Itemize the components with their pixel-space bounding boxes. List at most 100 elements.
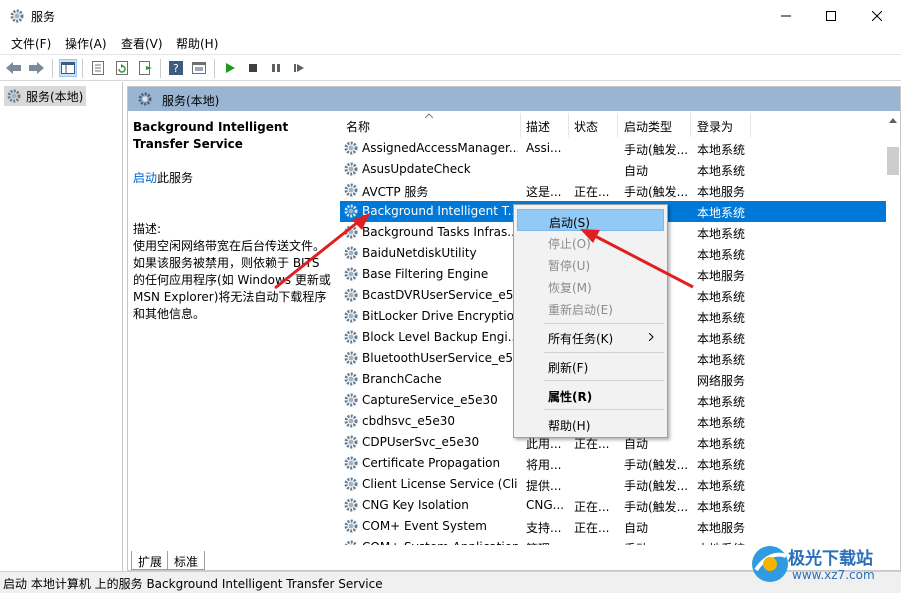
cell-startup: 自动	[624, 521, 649, 535]
cell-logon: 本地系统	[697, 395, 746, 409]
service-gear-icon	[344, 351, 358, 365]
cell-logon: 本地系统	[697, 500, 746, 514]
context-menu-all-tasks[interactable]: 所有任务(K)	[517, 326, 664, 348]
pause-service-button[interactable]	[267, 59, 285, 77]
cell-name: Certificate Propagation	[362, 456, 501, 470]
service-gear-icon	[344, 372, 358, 386]
pause-icon	[272, 64, 280, 72]
cell-logon: 本地系统	[697, 416, 746, 430]
table-row[interactable]: AVCTP 服务 这是... 正在... 手动(触发... 本地服务	[340, 180, 886, 201]
status-text: 启动 本地计算机 上的服务 Background Intelligent Tra…	[3, 577, 383, 591]
cell-desc: 管理...	[526, 540, 566, 545]
window-title: 服务	[31, 10, 56, 24]
restart-icon	[294, 64, 304, 72]
cell-name: BcastDVRUserService_e5...	[362, 288, 518, 302]
column-name[interactable]: 名称	[346, 118, 370, 135]
start-service-suffix: 此服务	[157, 171, 194, 185]
table-row[interactable]: AssignedAccessManager... Assi... 手动(触发... 本…	[340, 138, 886, 159]
description-label: 描述:	[133, 222, 162, 236]
column-header: 名称 描述 状态 启动类型 登录为	[340, 113, 886, 137]
menu-separator	[544, 380, 664, 381]
menu-help[interactable]: 帮助(H)	[176, 35, 218, 52]
cell-name: COM+ Event System	[362, 519, 487, 533]
back-button[interactable]	[5, 59, 23, 77]
service-gear-icon	[344, 267, 358, 281]
cell-desc: Assi...	[526, 141, 562, 155]
view-tabs: 扩展 标准	[127, 550, 427, 571]
table-row[interactable]: Certificate Propagation 将用... 手动(触发... 本地系统	[340, 453, 886, 474]
properties-button[interactable]	[89, 59, 107, 77]
cell-name: CNG Key Isolation	[362, 498, 469, 512]
context-menu-properties[interactable]: 属性(R)	[517, 384, 664, 406]
description-text: 使用空闲网络带宽在后台传送文件。如果该服务被禁用，则依赖于 BITS 的任何应用…	[133, 239, 331, 321]
column-description[interactable]: 描述	[526, 118, 550, 135]
menu-action[interactable]: 操作(A)	[65, 35, 107, 52]
stop-service-button[interactable]	[244, 59, 262, 77]
close-button[interactable]	[854, 0, 900, 32]
cell-name: BitLocker Drive Encryptio...	[362, 309, 518, 323]
toolbar-separator	[82, 59, 83, 78]
submenu-arrow-icon	[649, 333, 654, 341]
show-hide-tree-button[interactable]	[59, 59, 77, 77]
column-log-on-as[interactable]: 登录为	[697, 118, 733, 135]
aurora-logo-icon	[752, 546, 788, 582]
svg-text:?: ?	[173, 62, 179, 75]
table-row[interactable]: Client License Service (Cli... 提供... 手动(触发…	[340, 474, 886, 495]
context-menu-restart[interactable]: 重新启动(E)	[517, 297, 664, 319]
cell-name: Background Intelligent T...	[362, 204, 518, 218]
start-service-link[interactable]: 启动	[133, 171, 157, 185]
column-startup-type[interactable]: 启动类型	[624, 118, 672, 135]
cell-name: Client License Service (Cli...	[362, 477, 518, 491]
context-menu-resume[interactable]: 恢复(M)	[517, 275, 664, 297]
table-row[interactable]: AsusUpdateCheck 自动 本地系统	[340, 159, 886, 180]
refresh-button[interactable]	[113, 59, 131, 77]
refresh-icon	[116, 61, 128, 75]
menu-file[interactable]: 文件(F)	[11, 35, 51, 52]
back-icon	[6, 62, 21, 74]
cell-name: Background Tasks Infras...	[362, 225, 518, 239]
toolbar-separator	[214, 59, 215, 78]
context-menu-refresh[interactable]: 刷新(F)	[517, 355, 664, 377]
table-row[interactable]: CNG Key Isolation CNG... 正在... 手动(触发... 本地系统	[340, 495, 886, 516]
export-list-button[interactable]	[137, 59, 155, 77]
table-row[interactable]: COM+ Event System 支持... 正在... 自动 本地服务	[340, 516, 886, 537]
scroll-up-icon[interactable]	[889, 118, 897, 123]
context-menu-pause[interactable]: 暂停(U)	[517, 253, 664, 275]
scrollbar-thumb[interactable]	[887, 147, 899, 175]
service-gear-icon	[344, 393, 358, 407]
cell-name: AsusUpdateCheck	[362, 162, 471, 176]
service-gear-icon	[344, 414, 358, 428]
maximize-button[interactable]	[808, 0, 854, 32]
cell-name: CaptureService_e5e30	[362, 393, 498, 407]
vertical-scrollbar[interactable]	[886, 113, 900, 545]
context-menu-stop[interactable]: 停止(O)	[517, 231, 664, 253]
pane-header: 服务(本地)	[128, 87, 900, 111]
maximize-icon	[826, 11, 836, 21]
properties-icon	[92, 61, 104, 75]
tree-item-label: 服务(本地)	[26, 89, 84, 104]
cell-startup: 手动(触发...	[624, 185, 689, 199]
minimize-button[interactable]	[763, 0, 809, 32]
help-button[interactable]: ?	[167, 59, 185, 77]
forward-button[interactable]	[28, 59, 46, 77]
tab-standard[interactable]: 标准	[167, 551, 206, 570]
cell-logon: 本地系统	[697, 437, 746, 451]
cell-logon: 本地服务	[697, 269, 746, 283]
tree-item-services-local[interactable]: 服务(本地)	[4, 86, 86, 106]
console-button[interactable]	[190, 59, 208, 77]
minimize-icon	[781, 15, 791, 17]
menu-separator	[544, 352, 664, 353]
context-menu-start[interactable]: 启动(S)	[517, 209, 664, 231]
menu-view[interactable]: 查看(V)	[121, 35, 163, 52]
service-gear-icon	[344, 141, 358, 155]
context-menu-help[interactable]: 帮助(H)	[517, 413, 664, 435]
column-status[interactable]: 状态	[574, 118, 598, 135]
cell-name: AssignedAccessManager...	[362, 141, 518, 155]
all-tasks-label: 所有任务(K)	[548, 332, 614, 346]
cell-name: BaiduNetdiskUtility	[362, 246, 477, 260]
restart-service-button[interactable]	[290, 59, 308, 77]
start-service-button[interactable]	[221, 59, 239, 77]
cell-logon: 本地系统	[697, 311, 746, 325]
menu-separator	[544, 409, 664, 410]
tab-extended[interactable]: 扩展	[131, 551, 170, 570]
